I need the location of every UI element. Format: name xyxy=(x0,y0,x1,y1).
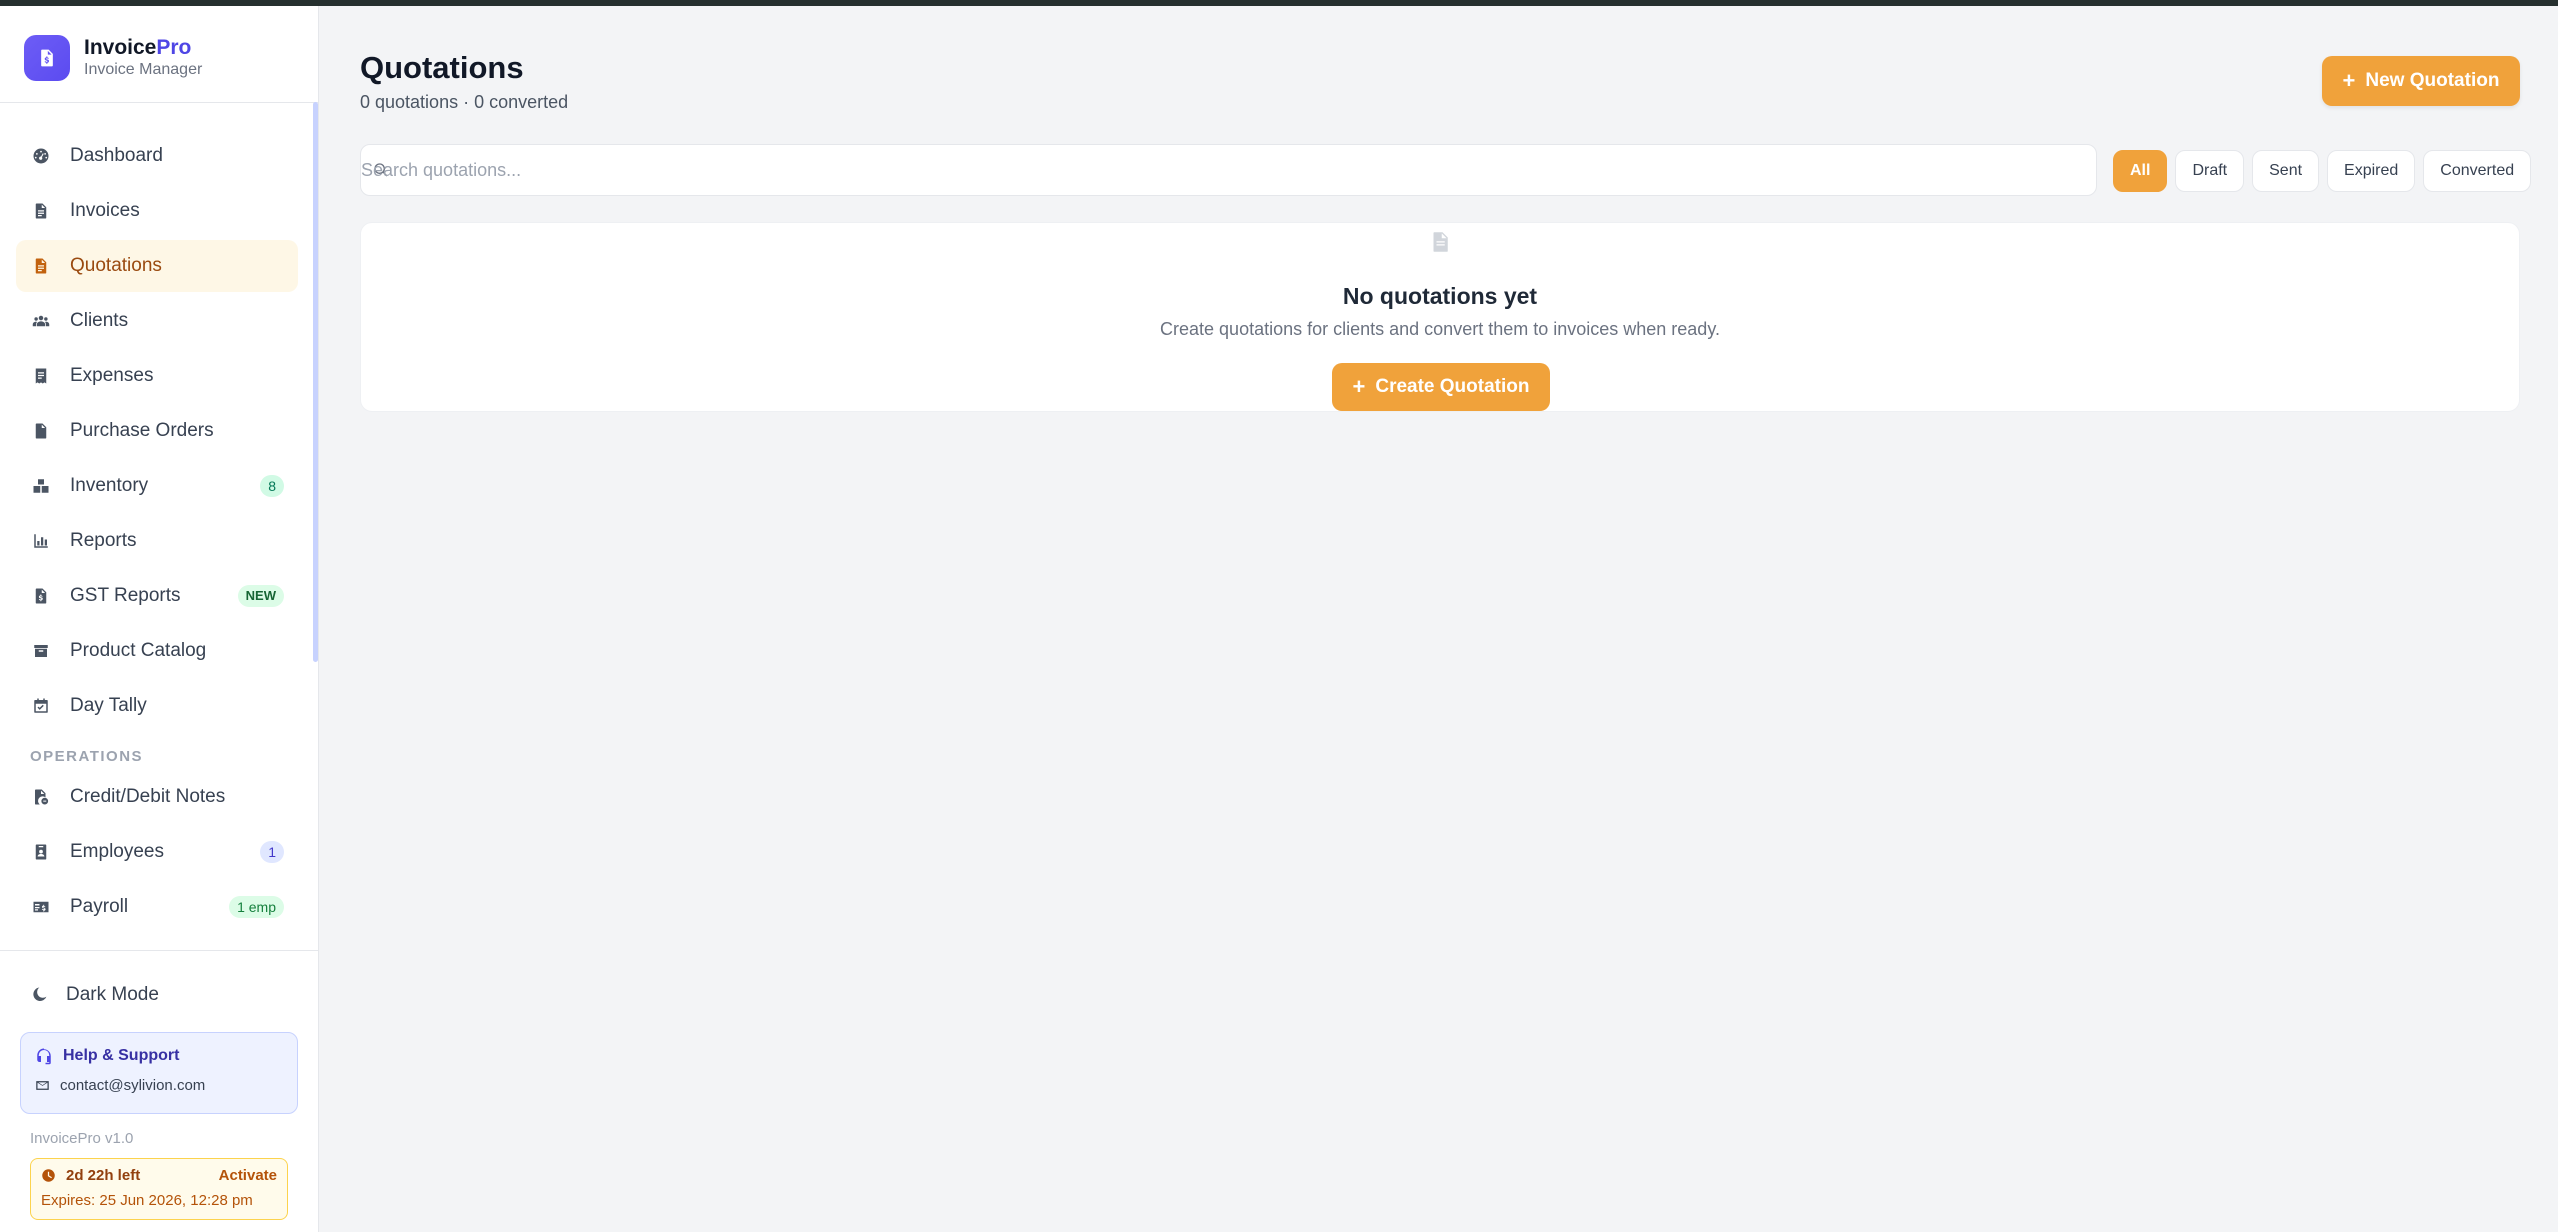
calendar-check-icon xyxy=(30,695,52,717)
brand-subtitle: Invoice Manager xyxy=(84,61,203,78)
brand-divider xyxy=(0,102,319,103)
file-invoice-icon xyxy=(30,585,52,607)
sidebar: InvoicePro Invoice Manager Dashboard Inv… xyxy=(0,6,319,1232)
sidebar-item-employees[interactable]: Employees 1 xyxy=(16,826,298,878)
sidebar-item-payroll[interactable]: Payroll 1 emp xyxy=(16,881,298,933)
sidebar-item-gst-reports[interactable]: GST Reports NEW xyxy=(16,570,298,622)
sidebar-item-label: Payroll xyxy=(70,896,129,917)
sidebar-item-label: Credit/Debit Notes xyxy=(70,786,226,807)
filter-converted[interactable]: Converted xyxy=(2423,150,2532,192)
plus-icon: + xyxy=(1352,374,1366,399)
employees-count-badge: 1 xyxy=(260,841,284,863)
file-exchange-icon xyxy=(30,786,52,808)
filter-all[interactable]: All xyxy=(2113,150,2168,192)
new-quotation-label: New Quotation xyxy=(2365,70,2500,91)
trial-expiry: Expires: 25 Jun 2026, 12:28 pm xyxy=(41,1192,253,1209)
sidebar-item-invoices[interactable]: Invoices xyxy=(16,185,298,237)
empty-state-description: Create quotations for clients and conver… xyxy=(1160,319,1720,339)
envelope-icon xyxy=(36,1081,49,1090)
sidebar-item-label: Clients xyxy=(70,310,129,331)
trial-time-left: 2d 22h left xyxy=(66,1167,141,1184)
sidebar-item-label: Inventory xyxy=(70,475,149,496)
create-quotation-button[interactable]: + Create Quotation xyxy=(1332,363,1550,411)
boxes-icon xyxy=(30,475,52,497)
invoice-icon xyxy=(30,200,52,222)
new-quotation-button[interactable]: + New Quotation xyxy=(2322,56,2520,106)
inventory-count-badge: 8 xyxy=(260,475,284,497)
help-title: Help & Support xyxy=(63,1047,180,1064)
sidebar-item-credit-debit-notes[interactable]: Credit/Debit Notes xyxy=(16,771,298,823)
window-top-bar xyxy=(0,0,2558,6)
new-badge: NEW xyxy=(237,585,284,607)
dark-mode-label: Dark Mode xyxy=(66,984,159,1005)
footer-divider xyxy=(0,950,319,951)
empty-state-card: No quotations yet Create quotations for … xyxy=(360,222,2520,412)
help-support-box[interactable]: Help & Support contact@sylivion.com xyxy=(20,1032,298,1114)
activate-link[interactable]: Activate xyxy=(219,1167,277,1184)
sidebar-item-reports[interactable]: Reports xyxy=(16,515,298,567)
sidebar-item-clients[interactable]: Clients xyxy=(16,295,298,347)
search-input[interactable] xyxy=(361,145,2096,195)
money-check-icon xyxy=(30,896,52,918)
sidebar-item-label: Quotations xyxy=(70,255,162,276)
filter-sent[interactable]: Sent xyxy=(2252,150,2320,192)
filter-draft[interactable]: Draft xyxy=(2175,150,2245,192)
chart-icon xyxy=(30,530,52,552)
search-box[interactable] xyxy=(360,144,2097,196)
sidebar-item-day-tally[interactable]: Day Tally xyxy=(16,680,298,732)
sidebar-nav: Dashboard Invoices Quotations Clients Ex… xyxy=(16,130,298,936)
sidebar-item-label: Dashboard xyxy=(70,145,163,166)
trial-status-box: 2d 22h left Activate Expires: 25 Jun 202… xyxy=(30,1158,288,1220)
sidebar-item-label: Invoices xyxy=(70,200,140,221)
filter-expired[interactable]: Expired xyxy=(2327,150,2416,192)
receipt-icon xyxy=(30,365,52,387)
sidebar-item-label: Purchase Orders xyxy=(70,420,214,441)
id-badge-icon xyxy=(30,841,52,863)
dark-mode-toggle[interactable]: Dark Mode xyxy=(30,984,159,1006)
document-icon xyxy=(1432,231,1450,253)
brand[interactable]: InvoicePro Invoice Manager xyxy=(24,30,202,86)
sidebar-item-dashboard[interactable]: Dashboard xyxy=(16,130,298,182)
sidebar-item-product-catalog[interactable]: Product Catalog xyxy=(16,625,298,677)
moon-icon xyxy=(33,987,47,1001)
sidebar-item-quotations[interactable]: Quotations xyxy=(16,240,298,292)
sidebar-item-label: Reports xyxy=(70,530,137,551)
sidebar-item-label: Expenses xyxy=(70,365,154,386)
empty-state-title: No quotations yet xyxy=(1342,283,1538,309)
users-icon xyxy=(30,310,52,332)
app-version: InvoicePro v1.0 xyxy=(30,1130,134,1147)
sidebar-item-label: Day Tally xyxy=(70,695,147,716)
headset-icon xyxy=(37,1048,51,1065)
sidebar-scrollbar[interactable] xyxy=(313,102,318,662)
sidebar-item-purchase-orders[interactable]: Purchase Orders xyxy=(16,405,298,457)
status-filters: All Draft Sent Expired Converted xyxy=(2113,150,2539,192)
sidebar-item-expenses[interactable]: Expenses xyxy=(16,350,298,402)
quotation-icon xyxy=(30,255,52,277)
invoice-logo-icon xyxy=(24,35,70,81)
sidebar-item-label: GST Reports xyxy=(70,585,181,606)
sidebar-item-inventory[interactable]: Inventory 8 xyxy=(16,460,298,512)
file-icon xyxy=(30,420,52,442)
sidebar-item-label: Employees xyxy=(70,841,164,862)
clock-icon xyxy=(42,1169,55,1182)
create-quotation-label: Create Quotation xyxy=(1375,376,1530,397)
support-email-link[interactable]: contact@sylivion.com xyxy=(60,1077,205,1094)
plus-icon: + xyxy=(2342,68,2356,93)
box-icon xyxy=(30,640,52,662)
brand-name: InvoicePro xyxy=(84,36,192,59)
page-subtitle: 0 quotations · 0 converted xyxy=(360,92,569,112)
payroll-badge: 1 emp xyxy=(229,896,284,918)
dashboard-icon xyxy=(30,145,52,167)
section-label-operations: OPERATIONS xyxy=(30,748,144,765)
sidebar-item-label: Product Catalog xyxy=(70,640,207,661)
sidebar-footer: Dark Mode Help & Support contact@sylivio… xyxy=(0,950,319,1220)
page-title: Quotations xyxy=(360,50,524,85)
